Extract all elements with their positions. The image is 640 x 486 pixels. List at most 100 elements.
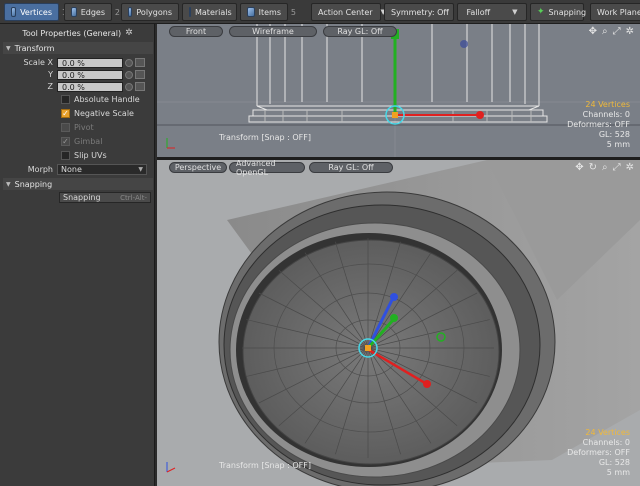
channels-info: Channels: 0	[582, 438, 630, 447]
x-axis-handle-cap[interactable]	[423, 380, 431, 388]
ray-gl-label: Ray GL: Off	[328, 163, 374, 172]
morph-value: None	[61, 164, 82, 174]
materials-label: Materials	[195, 7, 232, 17]
edges-mode-button[interactable]: Edges 2	[64, 3, 120, 21]
gimbal-label: Gimbal	[74, 136, 103, 146]
snapping-section-header[interactable]: ▼ Snapping	[3, 178, 153, 190]
ray-gl-label: Ray GL: Off	[337, 27, 383, 36]
chevron-down-icon: ▼	[512, 8, 518, 16]
z-axis-handle[interactable]	[460, 40, 468, 48]
reset-icon[interactable]	[125, 70, 133, 79]
action-center-dropdown[interactable]: Action Center ▼	[311, 3, 386, 21]
zoom-icon[interactable]: ⌕	[602, 26, 608, 37]
shading-button[interactable]: Wireframe	[229, 26, 317, 37]
symmetry-dropdown[interactable]: Symmetry: Off ▼	[384, 3, 462, 21]
link-icon[interactable]	[135, 70, 145, 79]
view-type-label: Front	[185, 27, 207, 36]
channels-info: Channels: 0	[582, 110, 630, 119]
y-axis-handle-cap[interactable]	[390, 314, 398, 322]
negative-scale-checkbox[interactable]: ✓ Negative Scale	[61, 107, 134, 119]
front-viewport[interactable]: Front Wireframe Ray GL: Off ✥ ⌕ ⤢ ✲ 24 V…	[157, 24, 640, 157]
polygons-icon	[128, 7, 133, 17]
vertex-count: 24 Vertices	[585, 100, 630, 109]
snapping-icon: ✦	[537, 7, 545, 17]
scale-z-row: Z 0.0 %	[0, 81, 155, 92]
maximize-icon[interactable]: ⤢	[613, 162, 621, 173]
falloff-dropdown[interactable]: Falloff ▼	[457, 3, 527, 21]
absolute-handle-label: Absolute Handle	[74, 94, 140, 104]
checkbox-box	[61, 122, 70, 132]
shading-label: Advanced OpenGL	[236, 160, 276, 177]
rotate-icon[interactable]: ↻	[589, 162, 597, 173]
absolute-handle-checkbox[interactable]: Absolute Handle	[61, 93, 140, 105]
scale-y-field[interactable]: 0.0 %	[57, 69, 123, 80]
polygons-mode-button[interactable]: Polygons	[121, 3, 179, 21]
pivot-checkbox: Pivot	[61, 121, 94, 133]
checkbox-box[interactable]	[61, 94, 70, 104]
ray-gl-button[interactable]: Ray GL: Off	[309, 162, 393, 173]
view-type-button[interactable]: Front	[169, 26, 223, 37]
gl-info: GL: 528	[598, 130, 630, 139]
slip-uvs-label: Slip UVs	[74, 150, 107, 160]
action-center-label: Action Center	[318, 7, 373, 17]
zoom-icon[interactable]: ⌕	[602, 162, 608, 173]
reset-icon[interactable]	[125, 58, 133, 67]
snapping-toggle-button[interactable]: Snapping Ctrl-Alt-	[59, 192, 151, 203]
slip-uvs-checkbox[interactable]: Slip UVs	[61, 149, 107, 161]
link-icon[interactable]	[135, 58, 145, 67]
shading-label: Wireframe	[252, 27, 294, 36]
gear-icon[interactable]: ✲	[125, 28, 133, 38]
checkbox-box[interactable]	[61, 150, 70, 160]
grid-unit: 5 mm	[606, 140, 630, 149]
ray-gl-button[interactable]: Ray GL: Off	[323, 26, 397, 37]
items-icon	[247, 7, 255, 17]
perspective-viewport-info: 24 Vertices Channels: 0 Deformers: OFF G…	[567, 428, 630, 478]
snapping-section-label: Snapping	[14, 179, 53, 189]
morph-select[interactable]: None ▼	[57, 163, 147, 175]
transform-section-header[interactable]: ▼ Transform	[3, 42, 153, 54]
items-mode-button[interactable]: Items 5	[240, 3, 296, 21]
view-type-label: Perspective	[174, 163, 222, 172]
edges-label: Edges	[80, 7, 105, 17]
pivot-label: Pivot	[74, 122, 94, 132]
perspective-viewport[interactable]: Perspective Advanced OpenGL Ray GL: Off …	[157, 160, 640, 486]
vertices-icon	[11, 7, 17, 17]
symmetry-label: Symmetry: Off	[391, 7, 449, 17]
shading-button[interactable]: Advanced OpenGL	[229, 160, 305, 177]
deformers-info: Deformers: OFF	[567, 448, 630, 457]
front-viewport-info: 24 Vertices Channels: 0 Deformers: OFF G…	[567, 100, 630, 150]
snapping-shortcut: Ctrl-Alt-	[120, 193, 147, 202]
link-icon[interactable]	[135, 82, 145, 91]
pivot-marker	[365, 345, 371, 351]
move-icon[interactable]: ✥	[589, 26, 597, 37]
pivot-marker	[392, 112, 398, 118]
viewport-controls: ✥ ↻ ⌕ ⤢ ✲	[575, 162, 634, 173]
x-axis-handle-cap[interactable]	[476, 111, 484, 119]
edges-icon	[71, 7, 77, 17]
snapping-label: Snapping	[548, 7, 587, 17]
gear-icon[interactable]: ✲	[626, 162, 634, 173]
scale-x-field[interactable]: 0.0 %	[57, 57, 123, 68]
snapping-button[interactable]: ✦ Snapping	[530, 3, 587, 21]
z-axis-handle-cap[interactable]	[390, 293, 398, 301]
reset-icon[interactable]	[125, 82, 133, 91]
vertices-mode-button[interactable]: Vertices 1	[4, 3, 67, 21]
scale-z-label: Z	[47, 82, 53, 91]
checkmark-icon[interactable]: ✓	[61, 108, 70, 118]
scale-z-field[interactable]: 0.0 %	[57, 81, 123, 92]
move-icon[interactable]: ✥	[575, 162, 583, 173]
view-axis-x	[166, 467, 176, 473]
grid-unit: 5 mm	[606, 468, 630, 477]
main-toolbar: Vertices 1 Edges 2 Polygons Materials It…	[0, 0, 640, 24]
checkmark-icon: ✓	[61, 136, 70, 146]
gear-icon[interactable]: ✲	[626, 26, 634, 37]
snapping-toggle-label: Snapping	[63, 193, 101, 202]
work-plane-button[interactable]: Work Plane	[590, 3, 640, 21]
materials-mode-button[interactable]: Materials	[182, 3, 237, 21]
view-type-button[interactable]: Perspective	[169, 162, 227, 173]
vertices-label: Vertices	[20, 7, 52, 17]
maximize-icon[interactable]: ⤢	[613, 26, 621, 37]
gl-info: GL: 528	[598, 458, 630, 467]
deformers-info: Deformers: OFF	[567, 120, 630, 129]
transform-section-label: Transform	[14, 43, 55, 53]
